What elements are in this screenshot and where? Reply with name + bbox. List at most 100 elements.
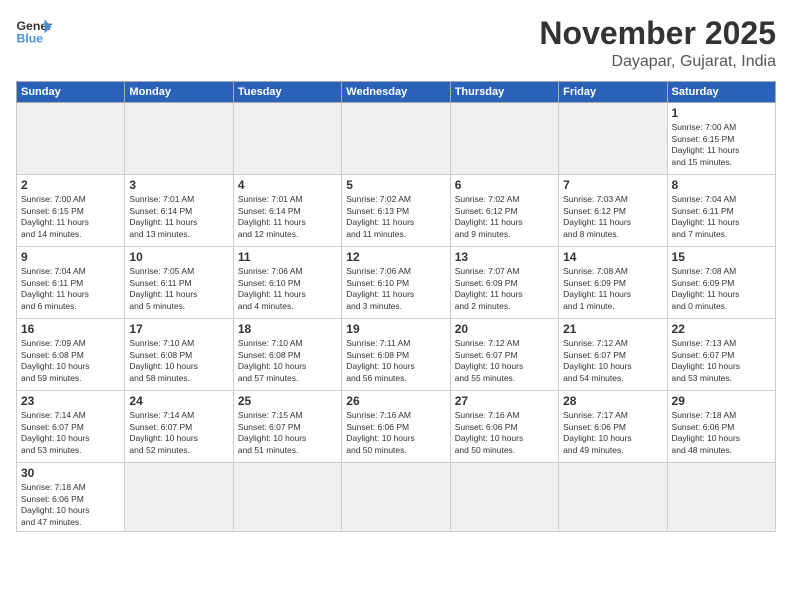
day-info: Sunrise: 7:13 AM Sunset: 6:07 PM Dayligh…: [672, 338, 771, 384]
day-number: 7: [563, 178, 662, 192]
week-row-5: 30 Sunrise: 7:18 AM Sunset: 6:06 PM Dayli…: [17, 463, 776, 532]
day-info: Sunrise: 7:17 AM Sunset: 6:06 PM Dayligh…: [563, 410, 662, 456]
day-info: Sunrise: 7:16 AM Sunset: 6:06 PM Dayligh…: [346, 410, 445, 456]
calendar-cell: 3Sunrise: 7:01 AM Sunset: 6:14 PM Daylig…: [125, 175, 233, 247]
calendar-cell: 13 Sunrise: 7:07 AM Sunset: 6:09 PM Dayli…: [450, 247, 558, 319]
day-info: Sunrise: 7:09 AM Sunset: 6:08 PM Dayligh…: [21, 338, 120, 384]
day-number: 25: [238, 394, 337, 408]
day-number: 18: [238, 322, 337, 336]
calendar-cell: 25Sunrise: 7:15 AM Sunset: 6:07 PM Dayli…: [233, 391, 341, 463]
calendar-cell: 24Sunrise: 7:14 AM Sunset: 6:07 PM Dayli…: [125, 391, 233, 463]
calendar-cell: 22 Sunrise: 7:13 AM Sunset: 6:07 PM Dayli…: [667, 319, 775, 391]
day-info: Sunrise: 7:00 AM Sunset: 6:15 PM Dayligh…: [672, 122, 771, 168]
week-row-4: 23 Sunrise: 7:14 AM Sunset: 6:07 PM Dayli…: [17, 391, 776, 463]
calendar-cell: 14 Sunrise: 7:08 AM Sunset: 6:09 PM Dayli…: [559, 247, 667, 319]
location-title: Dayapar, Gujarat, India: [539, 53, 776, 71]
day-info: Sunrise: 7:04 AM Sunset: 6:11 PM Dayligh…: [672, 194, 771, 240]
calendar-cell: [450, 103, 558, 175]
day-info: Sunrise: 7:18 AM Sunset: 6:06 PM Dayligh…: [21, 482, 120, 528]
weekday-saturday: Saturday: [667, 82, 775, 103]
day-info: Sunrise: 7:02 AM Sunset: 6:13 PM Dayligh…: [346, 194, 445, 240]
day-number: 6: [455, 178, 554, 192]
calendar-cell: 20Sunrise: 7:12 AM Sunset: 6:07 PM Dayli…: [450, 319, 558, 391]
day-info: Sunrise: 7:04 AM Sunset: 6:11 PM Dayligh…: [21, 266, 120, 312]
day-info: Sunrise: 7:07 AM Sunset: 6:09 PM Dayligh…: [455, 266, 554, 312]
calendar-cell: 30 Sunrise: 7:18 AM Sunset: 6:06 PM Dayli…: [17, 463, 125, 532]
day-number: 16: [21, 322, 120, 336]
calendar-cell: 23Sunrise: 7:14 AM Sunset: 6:07 PM Dayli…: [17, 391, 125, 463]
weekday-friday: Friday: [559, 82, 667, 103]
calendar-cell: [559, 103, 667, 175]
week-row-3: 16 Sunrise: 7:09 AM Sunset: 6:08 PM Dayli…: [17, 319, 776, 391]
calendar-cell: 1 Sunrise: 7:00 AM Sunset: 6:15 PM Daylig…: [667, 103, 775, 175]
weekday-header-row: SundayMondayTuesdayWednesdayThursdayFrid…: [17, 82, 776, 103]
calendar-cell: [559, 463, 667, 532]
day-number: 13: [455, 250, 554, 264]
calendar-cell: [125, 463, 233, 532]
logo: General Blue: [16, 16, 52, 44]
calendar-cell: 19 Sunrise: 7:11 AM Sunset: 6:08 PM Dayli…: [342, 319, 450, 391]
day-number: 3: [129, 178, 228, 192]
calendar-cell: [342, 103, 450, 175]
day-number: 12: [346, 250, 445, 264]
calendar-cell: [17, 103, 125, 175]
day-number: 23: [21, 394, 120, 408]
page: General Blue November 2025 Dayapar, Guja…: [0, 0, 792, 612]
calendar-cell: [233, 463, 341, 532]
calendar-cell: [342, 463, 450, 532]
day-info: Sunrise: 7:05 AM Sunset: 6:11 PM Dayligh…: [129, 266, 228, 312]
day-number: 20: [455, 322, 554, 336]
day-info: Sunrise: 7:11 AM Sunset: 6:08 PM Dayligh…: [346, 338, 445, 384]
weekday-monday: Monday: [125, 82, 233, 103]
day-number: 17: [129, 322, 228, 336]
month-title: November 2025: [539, 16, 776, 51]
calendar-cell: 18Sunrise: 7:10 AM Sunset: 6:08 PM Dayli…: [233, 319, 341, 391]
day-number: 2: [21, 178, 120, 192]
day-info: Sunrise: 7:18 AM Sunset: 6:06 PM Dayligh…: [672, 410, 771, 456]
calendar-cell: 26 Sunrise: 7:16 AM Sunset: 6:06 PM Dayli…: [342, 391, 450, 463]
calendar-cell: 17 Sunrise: 7:10 AM Sunset: 6:08 PM Dayli…: [125, 319, 233, 391]
day-number: 26: [346, 394, 445, 408]
week-row-1: 2Sunrise: 7:00 AM Sunset: 6:15 PM Daylig…: [17, 175, 776, 247]
title-block: November 2025 Dayapar, Gujarat, India: [539, 16, 776, 71]
day-number: 29: [672, 394, 771, 408]
calendar-cell: 7Sunrise: 7:03 AM Sunset: 6:12 PM Daylig…: [559, 175, 667, 247]
day-info: Sunrise: 7:06 AM Sunset: 6:10 PM Dayligh…: [346, 266, 445, 312]
day-info: Sunrise: 7:08 AM Sunset: 6:09 PM Dayligh…: [563, 266, 662, 312]
calendar-cell: [233, 103, 341, 175]
weekday-tuesday: Tuesday: [233, 82, 341, 103]
calendar-cell: [667, 463, 775, 532]
calendar-cell: 8 Sunrise: 7:04 AM Sunset: 6:11 PM Daylig…: [667, 175, 775, 247]
day-info: Sunrise: 7:10 AM Sunset: 6:08 PM Dayligh…: [129, 338, 228, 384]
day-number: 22: [672, 322, 771, 336]
day-number: 8: [672, 178, 771, 192]
day-number: 11: [238, 250, 337, 264]
day-info: Sunrise: 7:02 AM Sunset: 6:12 PM Dayligh…: [455, 194, 554, 240]
week-row-2: 9Sunrise: 7:04 AM Sunset: 6:11 PM Daylig…: [17, 247, 776, 319]
calendar-cell: 2Sunrise: 7:00 AM Sunset: 6:15 PM Daylig…: [17, 175, 125, 247]
day-number: 10: [129, 250, 228, 264]
day-number: 14: [563, 250, 662, 264]
calendar-cell: 11Sunrise: 7:06 AM Sunset: 6:10 PM Dayli…: [233, 247, 341, 319]
calendar-cell: 10 Sunrise: 7:05 AM Sunset: 6:11 PM Dayli…: [125, 247, 233, 319]
day-info: Sunrise: 7:16 AM Sunset: 6:06 PM Dayligh…: [455, 410, 554, 456]
calendar-cell: [450, 463, 558, 532]
calendar-cell: 4Sunrise: 7:01 AM Sunset: 6:14 PM Daylig…: [233, 175, 341, 247]
calendar-table: SundayMondayTuesdayWednesdayThursdayFrid…: [16, 81, 776, 532]
calendar-cell: 16 Sunrise: 7:09 AM Sunset: 6:08 PM Dayli…: [17, 319, 125, 391]
day-number: 21: [563, 322, 662, 336]
day-number: 28: [563, 394, 662, 408]
day-number: 27: [455, 394, 554, 408]
calendar-cell: [125, 103, 233, 175]
day-number: 1: [672, 106, 771, 120]
week-row-0: 1 Sunrise: 7:00 AM Sunset: 6:15 PM Daylig…: [17, 103, 776, 175]
calendar-cell: 9Sunrise: 7:04 AM Sunset: 6:11 PM Daylig…: [17, 247, 125, 319]
day-info: Sunrise: 7:01 AM Sunset: 6:14 PM Dayligh…: [238, 194, 337, 240]
day-number: 30: [21, 466, 120, 480]
weekday-thursday: Thursday: [450, 82, 558, 103]
day-number: 19: [346, 322, 445, 336]
day-info: Sunrise: 7:14 AM Sunset: 6:07 PM Dayligh…: [129, 410, 228, 456]
day-number: 5: [346, 178, 445, 192]
svg-text:Blue: Blue: [17, 31, 44, 44]
calendar-cell: 27 Sunrise: 7:16 AM Sunset: 6:06 PM Dayli…: [450, 391, 558, 463]
